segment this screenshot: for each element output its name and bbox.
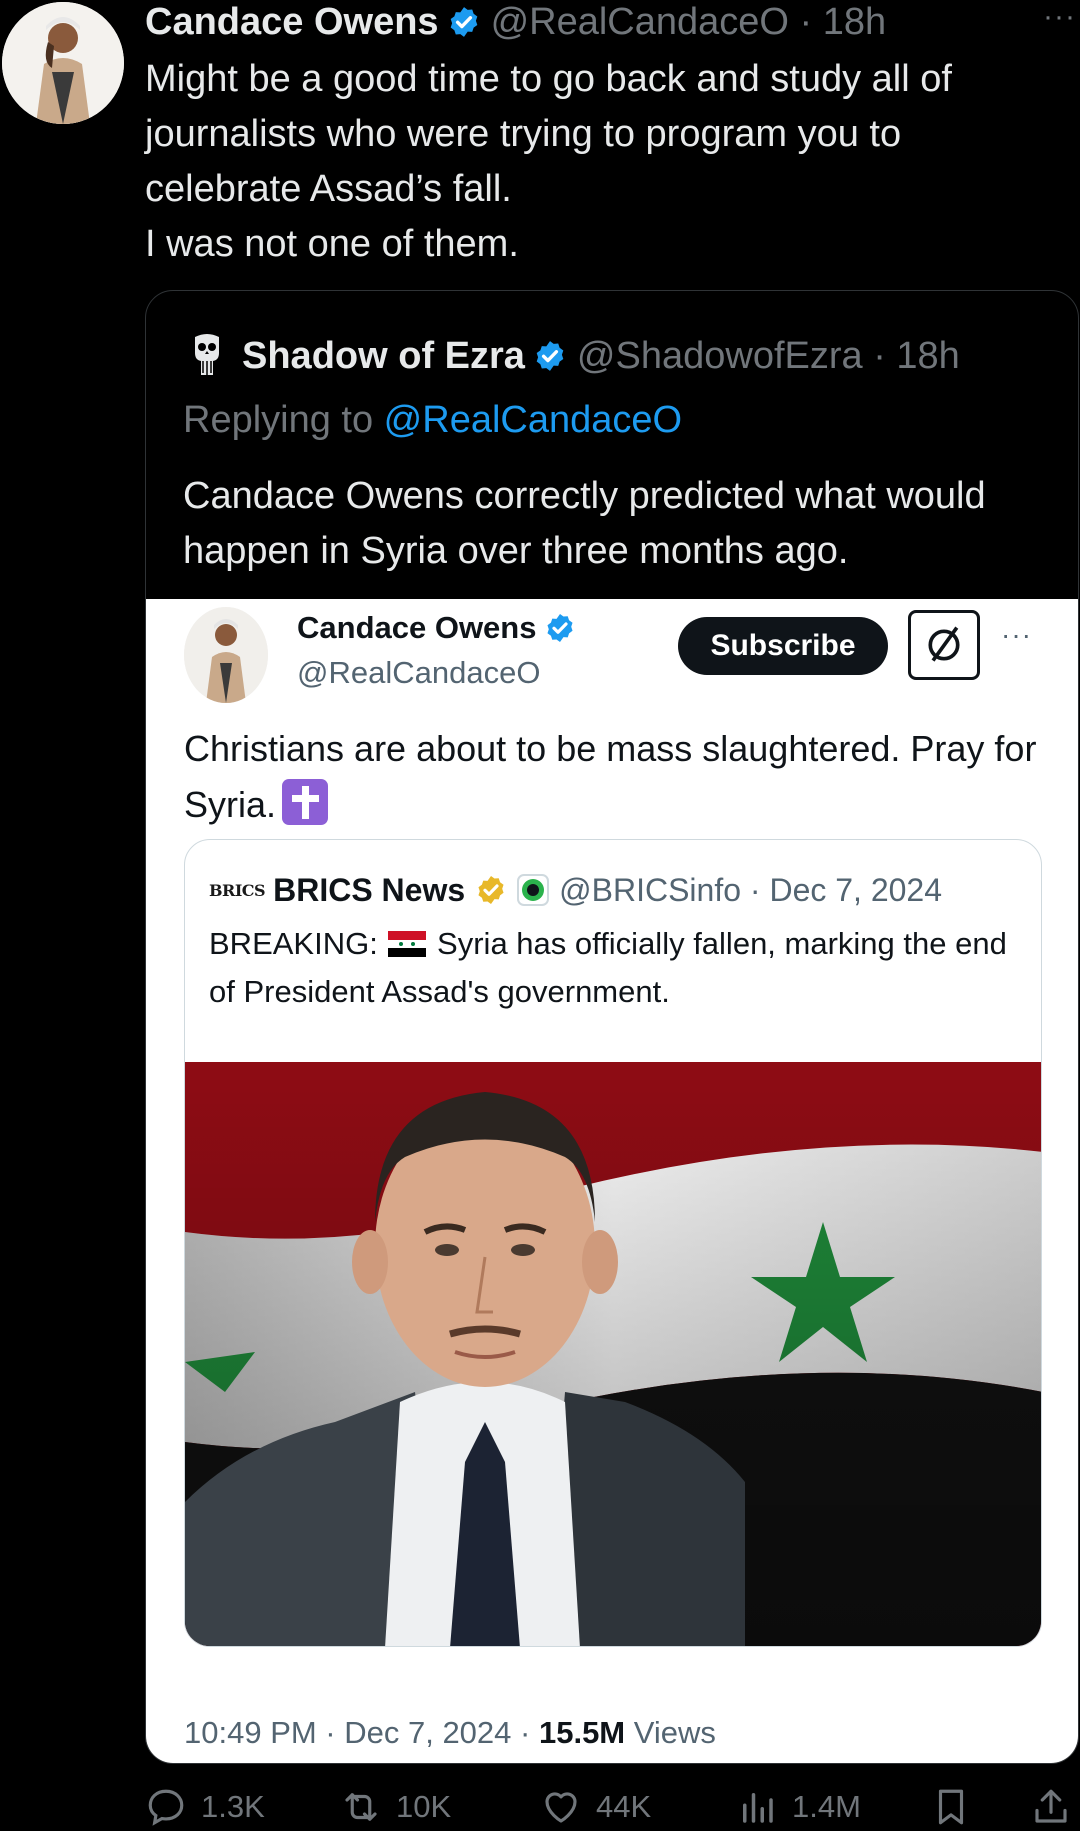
reply-button[interactable]: 1.3K — [145, 1783, 265, 1831]
inner-post-text: Christians are about to be mass slaughte… — [184, 721, 1044, 833]
avatar[interactable] — [2, 2, 124, 124]
assad-flag-photo — [185, 1062, 1041, 1646]
verified-badge-icon — [450, 7, 477, 37]
repost-count: 10K — [396, 1789, 452, 1824]
verified-badge-icon — [547, 614, 574, 642]
skull-avatar-icon[interactable] — [192, 333, 222, 379]
post-header: Candace Owens @RealCandaceO · 18h — [145, 0, 886, 44]
inner-author-handle: @RealCandaceO — [297, 655, 541, 690]
reply-count: 1.3K — [201, 1789, 265, 1824]
author-name[interactable]: Candace Owens — [145, 1, 439, 44]
replying-prefix: Replying to — [183, 399, 384, 441]
brics-handle-date: @BRICSinfo · Dec 7, 2024 — [559, 871, 943, 908]
brics-header: BRICS BRICS News @BRICSinfo · Dec 7, 202… — [209, 870, 942, 910]
quoted-handle-time[interactable]: @ShadowofEzra · 18h — [577, 335, 960, 378]
inner-views-count: 15.5M — [538, 1715, 626, 1750]
avatar-image — [2, 2, 124, 124]
gold-verified-badge-icon — [478, 876, 504, 904]
views-chart-icon — [743, 1793, 773, 1823]
bookmark-icon — [938, 1789, 964, 1825]
brics-author-name: BRICS News — [273, 871, 466, 908]
brics-quoted-card: BRICS BRICS News @BRICSinfo · Dec 7, 202… — [184, 839, 1042, 1647]
quoted-post-header: Shadow of Ezra @ShadowofEzra · 18h — [192, 331, 960, 381]
brics-text-prefix: BREAKING: — [209, 926, 387, 961]
more-options-icon: ··· — [1001, 619, 1032, 650]
embedded-tweet-screenshot[interactable]: Candace Owens @RealCandaceO Subscribe ··… — [146, 599, 1078, 1763]
share-icon — [1035, 1789, 1067, 1823]
replying-handle-link[interactable]: @RealCandaceO — [384, 399, 682, 441]
like-count: 44K — [596, 1789, 652, 1824]
inner-views-label: Views — [625, 1715, 716, 1750]
inner-author-name: Candace Owens — [297, 610, 586, 646]
replying-to: Replying to @RealCandaceO — [183, 399, 682, 442]
more-options-icon[interactable]: ··· — [1043, 0, 1076, 34]
inner-timestamp-row: 10:49 PM · Dec 7, 2024 · 15.5M Views — [184, 1715, 716, 1751]
latin-cross-emoji-icon — [282, 779, 329, 825]
affiliate-badge-icon — [517, 874, 550, 906]
brics-post-text: BREAKING: Syria has officially fallen, m… — [209, 920, 1009, 1016]
verified-badge-icon — [536, 341, 564, 371]
views-count: 1.4M — [792, 1789, 861, 1824]
repost-icon — [345, 1793, 377, 1821]
inner-author-name-text: Candace Owens — [297, 610, 537, 645]
subscribe-button: Subscribe — [678, 617, 888, 675]
post-text: Might be a good time to go back and stud… — [145, 58, 952, 265]
share-button[interactable] — [1030, 1783, 1080, 1831]
bookmark-button[interactable] — [930, 1783, 986, 1831]
quoted-author-name[interactable]: Shadow of Ezra — [242, 335, 525, 378]
brics-logo: BRICS — [209, 880, 266, 900]
syria-flag-icon — [388, 931, 427, 957]
repost-button[interactable]: 10K — [340, 1783, 451, 1831]
inner-timestamp: 10:49 PM · Dec 7, 2024 · — [184, 1715, 539, 1750]
reply-icon — [148, 1789, 184, 1826]
inner-avatar — [184, 607, 268, 703]
heart-icon — [545, 1792, 577, 1823]
avatar-image — [184, 607, 268, 703]
author-handle-time[interactable]: @RealCandaceO · 18h — [491, 1, 887, 44]
views-button[interactable]: 1.4M — [736, 1783, 861, 1831]
news-photo — [185, 1062, 1041, 1646]
grok-icon — [908, 610, 980, 680]
quoted-post-text: Candace Owens correctly predicted what w… — [183, 475, 986, 572]
like-button[interactable]: 44K — [540, 1783, 651, 1831]
action-bar: 1.3K 10K 44K 1.4M — [0, 1783, 1080, 1831]
quoted-post-card[interactable]: Shadow of Ezra @ShadowofEzra · 18h Reply… — [145, 290, 1079, 1764]
